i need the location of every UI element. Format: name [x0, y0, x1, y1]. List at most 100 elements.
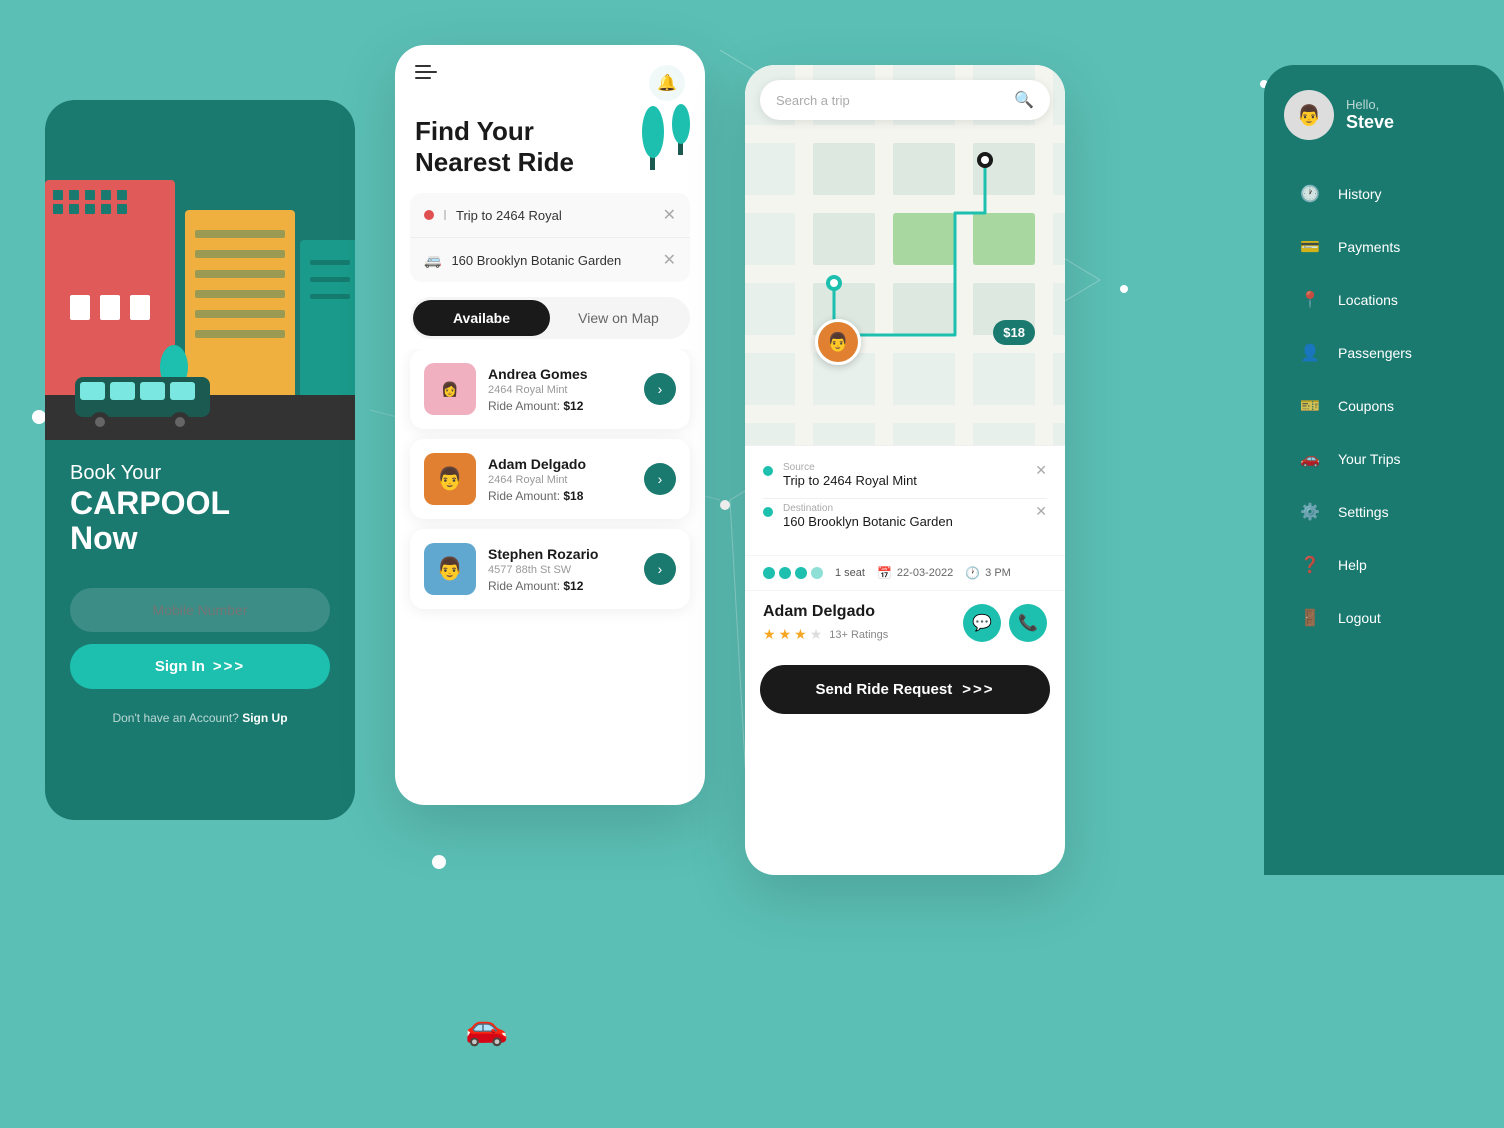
menu-item-locations[interactable]: 📍 Locations [1284, 276, 1484, 324]
dest-info: Destination 160 Brooklyn Botanic Garden [783, 503, 953, 529]
menu-item-logout[interactable]: 🚪 Logout [1284, 594, 1484, 642]
signin-button[interactable]: Sign In >>> [70, 644, 330, 689]
driver-arrow-2[interactable]: › [644, 463, 676, 495]
menu-item-coupons[interactable]: 🎫 Coupons [1284, 382, 1484, 430]
menu-label-settings: Settings [1338, 504, 1389, 520]
driver-arrow-3[interactable]: › [644, 553, 676, 585]
menu-item-help[interactable]: ❓ Help [1284, 541, 1484, 589]
source-close[interactable]: ✕ [1035, 462, 1047, 479]
help-icon: ❓ [1296, 551, 1324, 579]
driver-addr-1: 2464 Royal Mint [488, 384, 632, 396]
source-clear[interactable]: ✕ [663, 205, 676, 225]
star-1: ★ [763, 626, 776, 643]
screen-sidebar: 👨 Hello, Steve 🕐 History 💳 Payments 📍 Lo… [1264, 65, 1504, 875]
driver-addr-2: 2464 Royal Mint [488, 474, 632, 486]
menu-label-history: History [1338, 186, 1382, 202]
driver-info-3: Stephen Rozario 4577 88th St SW Ride Amo… [488, 546, 632, 593]
source-label: Source [783, 462, 917, 473]
menu-label-payments: Payments [1338, 239, 1400, 255]
driver-avatar-1: 👩 [424, 363, 476, 415]
carpool-label: CARPOOL Now [70, 486, 330, 556]
driver-amount-3: Ride Amount: $12 [488, 579, 632, 593]
map-area: Search a trip 🔍 👨 $18 [745, 65, 1065, 445]
user-greeting: Hello, Steve [1346, 97, 1394, 133]
dest-row: Destination 160 Brooklyn Botanic Garden … [763, 503, 1047, 529]
logout-icon: 🚪 [1296, 604, 1324, 632]
menu-label-locations: Locations [1338, 292, 1398, 308]
mobile-input[interactable] [70, 588, 330, 632]
driver-avatar-2: 👨 [424, 453, 476, 505]
user-profile: 👨 Hello, Steve [1284, 90, 1484, 140]
menu-label-your-trips: Your Trips [1338, 451, 1401, 467]
source-value: Trip to 2464 Royal Mint [783, 473, 917, 488]
building-stripes [195, 230, 285, 338]
source-icon [424, 210, 434, 220]
driver-info-2: Adam Delgado 2464 Royal Mint Ride Amount… [488, 456, 632, 503]
source-info: Source Trip to 2464 Royal Mint [783, 462, 917, 488]
driver-avatar-image-2: 👨 [424, 453, 476, 505]
screen1-content: Book Your CARPOOL Now Sign In >>> Don't … [45, 440, 355, 820]
driver-info-1: Andrea Gomes 2464 Royal Mint Ride Amount… [488, 366, 632, 413]
message-button[interactable]: 💬 [963, 604, 1001, 642]
trip-meta: 1 seat 📅 22-03-2022 🕐 3 PM [745, 555, 1065, 590]
clock-icon: 🕐 [965, 566, 980, 580]
passengers-icon: 👤 [1296, 339, 1324, 367]
book-label: Book Your [70, 460, 330, 486]
driver-amount-2: Ride Amount: $18 [488, 489, 632, 503]
illustration [45, 100, 355, 440]
menu-item-history[interactable]: 🕐 History [1284, 170, 1484, 218]
coupons-icon: 🎫 [1296, 392, 1324, 420]
menu-label-help: Help [1338, 557, 1367, 573]
user-avatar: 👨 [1284, 90, 1334, 140]
driver-list: 👩 Andrea Gomes 2464 Royal Mint Ride Amou… [395, 349, 705, 805]
call-button[interactable]: 📞 [1009, 604, 1047, 642]
building3 [300, 240, 355, 400]
driver-card-1: 👩 Andrea Gomes 2464 Royal Mint Ride Amou… [410, 349, 690, 429]
menu-item-settings[interactable]: ⚙️ Settings [1284, 488, 1484, 536]
source-row: Source Trip to 2464 Royal Mint ✕ [763, 462, 1047, 488]
driver-arrow-1[interactable]: › [644, 373, 676, 405]
seat-dot-3 [795, 567, 807, 579]
user-name: Steve [1346, 112, 1394, 133]
source-dot [763, 466, 773, 476]
screen-find-ride: 🔔 Find Your Nearest Ride Trip to 2464 Ro… [395, 45, 705, 805]
map-user-avatar: 👨 [818, 322, 858, 362]
signup-link[interactable]: Sign Up [242, 711, 287, 725]
hamburger-icon[interactable] [415, 65, 437, 79]
menu-item-passengers[interactable]: 👤 Passengers [1284, 329, 1484, 377]
seat-dot-4 [811, 567, 823, 579]
time-value: 3 PM [985, 567, 1011, 579]
seat-dots [763, 567, 823, 579]
building1 [45, 180, 175, 400]
menu-label-logout: Logout [1338, 610, 1381, 626]
tab-available[interactable]: Availabe [413, 300, 550, 336]
notification-button[interactable]: 🔔 [649, 65, 685, 101]
screen-book-carpool: Book Your CARPOOL Now Sign In >>> Don't … [45, 100, 355, 820]
star-2: ★ [779, 626, 792, 643]
locations-icon: 📍 [1296, 286, 1324, 314]
driver-name-big: Adam Delgado [763, 603, 951, 621]
send-request-button[interactable]: Send Ride Request >>> [760, 665, 1050, 714]
menu-label-passengers: Passengers [1338, 345, 1412, 361]
dest-close[interactable]: ✕ [1035, 503, 1047, 520]
driver-card-2: 👨 Adam Delgado 2464 Royal Mint Ride Amou… [410, 439, 690, 519]
driver-avatar-image-3: 👨 [424, 543, 476, 595]
seat-count: 1 seat [835, 567, 865, 579]
menu-item-payments[interactable]: 💳 Payments [1284, 223, 1484, 271]
calendar-icon: 📅 [877, 566, 892, 580]
driver-name-1: Andrea Gomes [488, 366, 632, 382]
action-buttons: 💬 📞 [963, 604, 1047, 642]
trip-source-card: Source Trip to 2464 Royal Mint ✕ Destina… [745, 445, 1065, 555]
dest-clear[interactable]: ✕ [663, 250, 676, 270]
driver-avatar-image-1: 👩 [424, 363, 476, 415]
tab-map[interactable]: View on Map [550, 300, 687, 336]
search-icon: 🔍 [1014, 90, 1034, 110]
driver-section: Adam Delgado ★ ★ ★ ★ 13+ Ratings 💬 📞 [745, 590, 1065, 655]
map-search-bar[interactable]: Search a trip 🔍 [760, 80, 1050, 120]
driver-card-3: 👨 Stephen Rozario 4577 88th St SW Ride A… [410, 529, 690, 609]
bus-screen1 [75, 372, 215, 432]
date-value: 22-03-2022 [897, 567, 953, 579]
menu-items: 🕐 History 💳 Payments 📍 Locations 👤 Passe… [1284, 170, 1484, 642]
star-4: ★ [810, 626, 823, 643]
menu-item-your-trips[interactable]: 🚗 Your Trips [1284, 435, 1484, 483]
